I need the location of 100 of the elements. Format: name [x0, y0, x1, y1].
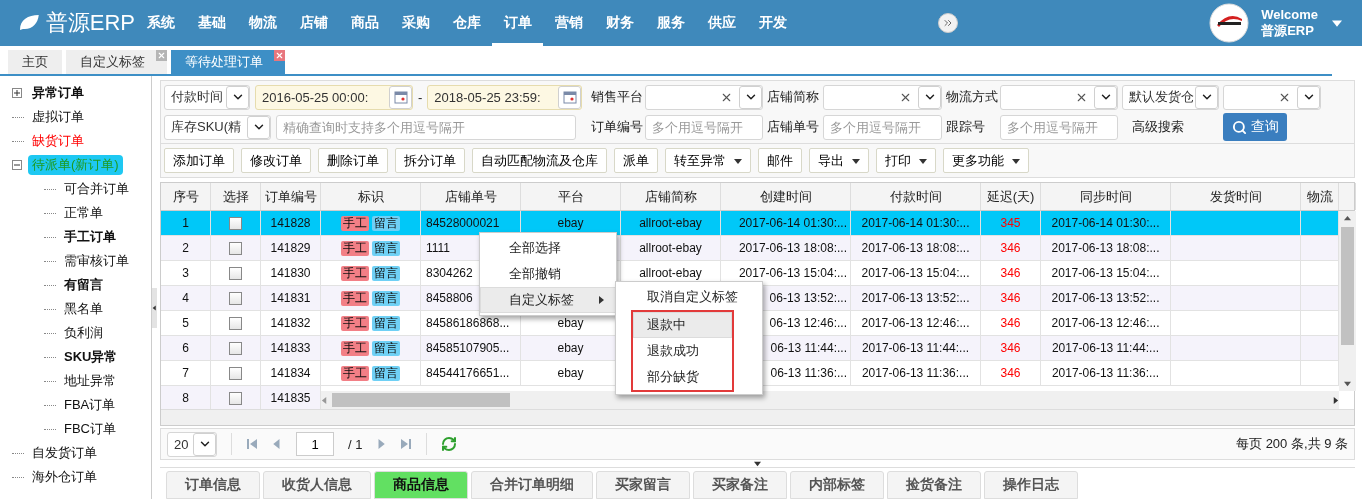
- nav-item[interactable]: 营销: [543, 0, 594, 46]
- combo-field[interactable]: [1000, 84, 1118, 110]
- table-row[interactable]: 3 141830: [161, 261, 321, 286]
- detail-tab[interactable]: 买家留言: [596, 471, 690, 499]
- tree-item[interactable]: 需审核订单: [60, 251, 133, 271]
- nav-item[interactable]: 供应: [696, 0, 747, 46]
- search-button[interactable]: 查询: [1223, 113, 1287, 141]
- nav-item[interactable]: 物流: [237, 0, 288, 46]
- last-page-icon[interactable]: [400, 438, 413, 450]
- close-icon[interactable]: [274, 50, 285, 61]
- detail-tab[interactable]: 捡货备注: [887, 471, 981, 499]
- nav-item[interactable]: 订单: [492, 0, 543, 46]
- detail-tab[interactable]: 订单信息: [166, 471, 260, 499]
- tree-item[interactable]: SKU异常: [60, 347, 122, 367]
- checkbox[interactable]: [229, 266, 242, 280]
- select-field[interactable]: 付款时间: [164, 84, 250, 110]
- detail-tab[interactable]: 买家备注: [693, 471, 787, 499]
- detail-tab[interactable]: 合并订单明细: [471, 471, 593, 499]
- toolbar-button[interactable]: 打印: [876, 148, 936, 173]
- tree-item[interactable]: 可合并订单: [60, 179, 133, 199]
- tree-item[interactable]: FBC订单: [60, 419, 120, 439]
- combo-field[interactable]: [645, 84, 763, 110]
- tree-item[interactable]: 异常订单: [28, 83, 88, 103]
- select-field[interactable]: 默认发货仓: [1122, 84, 1219, 110]
- vertical-scrollbar[interactable]: [1339, 211, 1356, 391]
- tree-item[interactable]: 负利润: [60, 323, 107, 343]
- input-field[interactable]: 多个用逗号隔开: [1000, 114, 1118, 140]
- tree-item[interactable]: 手工订单: [60, 227, 120, 247]
- checkbox[interactable]: [229, 241, 242, 255]
- page-input[interactable]: 1: [296, 432, 334, 456]
- toolbar-button[interactable]: 更多功能: [943, 148, 1029, 173]
- menu-item[interactable]: 取消自定义标签: [616, 284, 762, 310]
- close-icon[interactable]: [156, 50, 167, 61]
- toolbar-button[interactable]: 拆分订单: [395, 148, 465, 173]
- horizontal-scrollbar[interactable]: [321, 391, 1339, 409]
- tree-item[interactable]: 地址异常: [60, 371, 120, 391]
- page-size-select[interactable]: 20: [167, 431, 217, 457]
- select-field[interactable]: 库存SKU(精: [164, 114, 271, 140]
- date-field[interactable]: 2018-05-25 23:59:: [427, 84, 583, 110]
- checkbox[interactable]: [229, 366, 242, 380]
- menu-item[interactable]: 全部撤销: [480, 261, 616, 287]
- menu-item[interactable]: 退款中: [633, 312, 732, 338]
- tree-item[interactable]: 海外仓订单: [28, 467, 101, 487]
- combo-field[interactable]: [1223, 84, 1321, 110]
- menu-item[interactable]: 全部选择: [480, 235, 616, 261]
- detail-tab[interactable]: 操作日志: [984, 471, 1078, 499]
- toolbar-button[interactable]: 删除订单: [318, 148, 388, 173]
- nav-item[interactable]: 采购: [390, 0, 441, 46]
- tree-item[interactable]: 虚拟订单: [28, 107, 88, 127]
- toolbar-button[interactable]: 派单: [614, 148, 658, 173]
- expand-button[interactable]: [938, 13, 958, 33]
- collapse-handle[interactable]: [152, 287, 157, 328]
- checkbox[interactable]: [229, 316, 242, 330]
- detail-tab[interactable]: 收货人信息: [263, 471, 371, 499]
- date-field[interactable]: 2016-05-25 00:00:: [255, 84, 413, 110]
- nav-item[interactable]: 店铺: [288, 0, 339, 46]
- menu-item[interactable]: 退款成功: [633, 338, 732, 364]
- checkbox[interactable]: [229, 341, 242, 355]
- detail-tab[interactable]: 商品信息: [374, 471, 468, 499]
- nav-item[interactable]: 系统: [135, 0, 186, 46]
- checkbox[interactable]: [229, 391, 242, 405]
- table-row[interactable]: 2 141829: [161, 236, 321, 261]
- nav-item[interactable]: 财务: [594, 0, 645, 46]
- combo-field[interactable]: [823, 84, 942, 110]
- page-tab[interactable]: 自定义标签: [66, 50, 167, 74]
- table-row[interactable]: 手工 留言 84528000021 ebay allroot-ebay 2017-06-14 01:30:... 2017-06-14 01:30:... 345 2017-06-14 01:30:...: [321, 211, 1339, 236]
- tree-item[interactable]: FBA订单: [60, 395, 120, 415]
- collapse-icon[interactable]: [12, 160, 22, 170]
- toolbar-button[interactable]: 添加订单: [164, 148, 234, 173]
- tree-item[interactable]: 黑名单: [60, 299, 107, 319]
- toolbar-button[interactable]: 修改订单: [241, 148, 311, 173]
- toolbar-button[interactable]: 转至异常: [665, 148, 751, 173]
- expand-icon[interactable]: [12, 88, 22, 98]
- input-field[interactable]: 多个用逗号隔开: [645, 114, 763, 140]
- table-row[interactable]: 7 141834: [161, 361, 321, 386]
- nav-item[interactable]: 开发: [747, 0, 798, 46]
- page-tab[interactable]: 主页: [8, 50, 62, 74]
- nav-item[interactable]: 仓库: [441, 0, 492, 46]
- table-row[interactable]: 1 141828: [161, 211, 321, 236]
- input-field[interactable]: 精确查询时支持多个用逗号隔开: [276, 114, 576, 140]
- first-page-icon[interactable]: [246, 438, 258, 450]
- nav-item[interactable]: 服务: [645, 0, 696, 46]
- table-row[interactable]: 4 141831: [161, 286, 321, 311]
- tree-item[interactable]: 自发货订单: [28, 443, 101, 463]
- nav-item[interactable]: 商品: [339, 0, 390, 46]
- input-field[interactable]: 多个用逗号隔开: [823, 114, 942, 140]
- tree-item[interactable]: 有留言: [60, 275, 107, 295]
- advanced-search-link[interactable]: 高级搜索: [1132, 118, 1219, 136]
- toolbar-button[interactable]: 邮件: [758, 148, 802, 173]
- page-tab[interactable]: 等待处理订单: [171, 50, 285, 74]
- refresh-icon[interactable]: [441, 436, 458, 452]
- nav-item[interactable]: 基础: [186, 0, 237, 46]
- detail-tab[interactable]: 内部标签: [790, 471, 884, 499]
- table-row[interactable]: 6 141833: [161, 336, 321, 361]
- menu-item[interactable]: 自定义标签: [480, 287, 616, 313]
- checkbox[interactable]: [229, 291, 242, 305]
- tree-item[interactable]: 缺货订单: [28, 131, 88, 151]
- toolbar-button[interactable]: 自动匹配物流及仓库: [472, 148, 607, 173]
- table-row[interactable]: 8 141835: [161, 386, 321, 409]
- table-row[interactable]: 5 141832: [161, 311, 321, 336]
